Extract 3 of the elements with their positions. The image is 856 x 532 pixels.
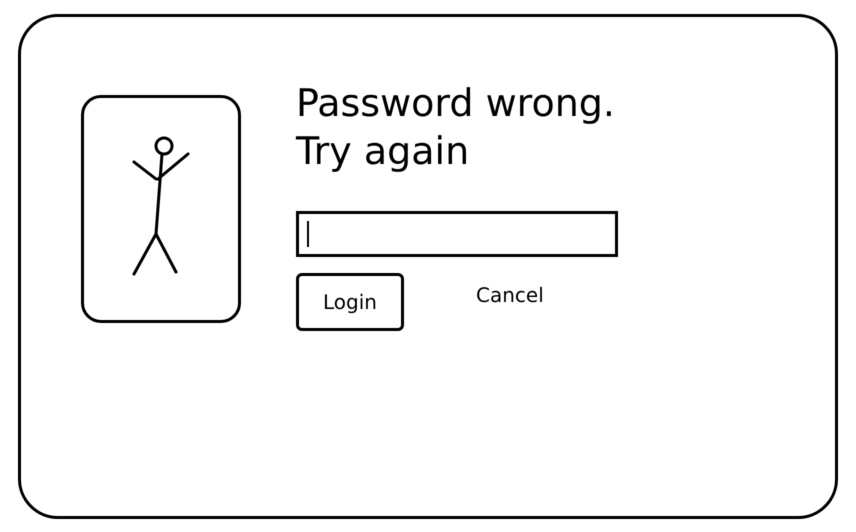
login-button[interactable]: Login	[296, 273, 404, 331]
password-field[interactable]	[296, 211, 618, 257]
error-message: Password wrong. Try again	[296, 80, 616, 175]
